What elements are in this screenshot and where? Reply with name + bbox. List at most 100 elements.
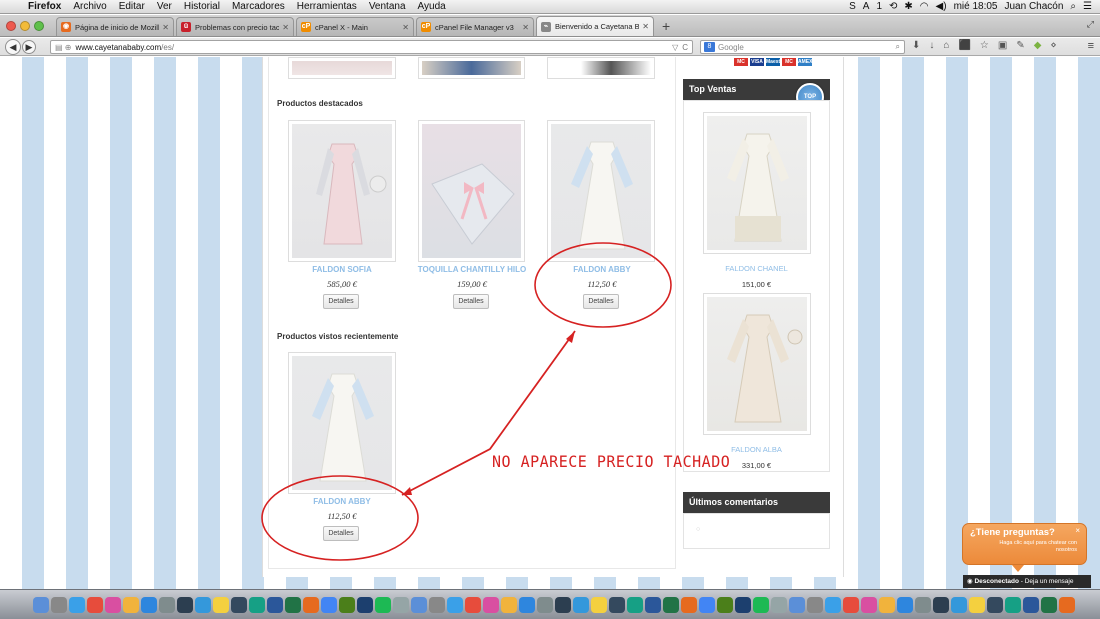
chrome-dock-icon[interactable]	[699, 597, 715, 613]
browser-tab[interactable]: cP cPanel File Manager v3 ✕	[416, 17, 534, 36]
preview-dock-icon[interactable]	[249, 597, 265, 613]
menu-editar[interactable]: Editar	[113, 1, 151, 12]
bookmarks-menu-icon[interactable]: ▣	[998, 40, 1007, 51]
notification-center-icon[interactable]: ☰	[1083, 1, 1092, 12]
photos-dock-icon[interactable]	[501, 597, 517, 613]
finder-dock-icon[interactable]	[789, 597, 805, 613]
chat-close-icon[interactable]: ×	[1075, 526, 1080, 535]
notes-dock-icon[interactable]	[969, 597, 985, 613]
chat-title[interactable]: ¿Tiene preguntas?	[970, 527, 1055, 538]
photos-dock-icon[interactable]	[123, 597, 139, 613]
details-button-toquilla[interactable]: Detalles	[453, 294, 489, 309]
system-preferences-dock-icon[interactable]	[159, 597, 175, 613]
back-button[interactable]: ◀	[5, 38, 21, 55]
search-input[interactable]: Google	[718, 43, 896, 52]
browser-tab[interactable]: ◉ Página de inicio de Mozill... ✕	[56, 17, 174, 36]
system-preferences-dock-icon[interactable]	[915, 597, 931, 613]
terminal-dock-icon[interactable]	[987, 597, 1003, 613]
terminal-dock-icon[interactable]	[609, 597, 625, 613]
product-image-abby[interactable]	[547, 120, 655, 262]
launchpad-dock-icon[interactable]	[807, 597, 823, 613]
launchpad-dock-icon[interactable]	[429, 597, 445, 613]
tab-close-icon[interactable]: ✕	[402, 23, 409, 32]
fullscreen-icon[interactable]: ⤢	[1087, 19, 1094, 30]
system-preferences-dock-icon[interactable]	[537, 597, 553, 613]
tab-close-icon[interactable]: ✕	[642, 22, 649, 31]
chat-leave-message-link[interactable]: Deja un mensaje	[1025, 578, 1074, 585]
menu-ventana[interactable]: Ventana	[363, 1, 412, 12]
home-icon[interactable]: ⌂	[943, 40, 949, 51]
mail-dock-icon[interactable]	[573, 597, 589, 613]
search-icon[interactable]: ⌕	[896, 42, 900, 52]
menu-herramientas[interactable]: Herramientas	[291, 1, 363, 12]
notes-dock-icon[interactable]	[213, 597, 229, 613]
product-image-alba[interactable]	[703, 293, 811, 435]
product-image-sofia[interactable]	[288, 120, 396, 262]
bookmark-star-icon[interactable]: ☆	[980, 40, 989, 51]
product-image-toquilla[interactable]	[418, 120, 525, 262]
product-image-cropped[interactable]	[418, 57, 525, 79]
app-store-dock-icon[interactable]	[141, 597, 157, 613]
wifi-icon[interactable]: ◠	[920, 1, 929, 12]
spotify-dock-icon[interactable]	[753, 597, 769, 613]
finder-dock-icon[interactable]	[411, 597, 427, 613]
pocket-icon[interactable]: ⬇	[912, 40, 920, 51]
product-name-abby-recent[interactable]: FALDON ABBY	[277, 497, 407, 506]
preview-dock-icon[interactable]	[1005, 597, 1021, 613]
android-icon[interactable]: ◆	[1034, 40, 1042, 51]
dreamweaver-dock-icon[interactable]	[717, 597, 733, 613]
product-name-sofia[interactable]: FALDON SOFIA	[277, 265, 407, 274]
forward-button[interactable]: ▶	[22, 39, 36, 54]
excel-dock-icon[interactable]	[663, 597, 679, 613]
itunes-dock-icon[interactable]	[861, 597, 877, 613]
terminal-dock-icon[interactable]	[231, 597, 247, 613]
safari-dock-icon[interactable]	[825, 597, 841, 613]
chat-subtitle[interactable]: Haga clic aquí para chatear con nosotros	[987, 540, 1077, 554]
mail-dock-icon[interactable]	[195, 597, 211, 613]
menu-ayuda[interactable]: Ayuda	[412, 1, 452, 12]
notes-dock-icon[interactable]	[591, 597, 607, 613]
chat-status-bar[interactable]: ◉ Desconectado - Deja un mensaje	[963, 575, 1091, 588]
app-store-dock-icon[interactable]	[519, 597, 535, 613]
menu-ver[interactable]: Ver	[151, 1, 178, 12]
word-dock-icon[interactable]	[645, 597, 661, 613]
tab-close-icon[interactable]: ✕	[282, 23, 289, 32]
calendar-dock-icon[interactable]	[87, 597, 103, 613]
google-engine-icon[interactable]: 8	[704, 42, 715, 52]
details-button-abby-recent[interactable]: Detalles	[323, 526, 359, 541]
browser-tab[interactable]: ü Problemas con precio tach...✕	[176, 17, 294, 36]
spotify-dock-icon[interactable]	[375, 597, 391, 613]
details-button-sofia[interactable]: Detalles	[323, 294, 359, 309]
itunes-dock-icon[interactable]	[483, 597, 499, 613]
reload-icon[interactable]: C	[682, 43, 688, 52]
menu-icon[interactable]: ≡	[1088, 40, 1094, 52]
photoshop-dock-icon[interactable]	[735, 597, 751, 613]
firefox-dock-icon[interactable]	[303, 597, 319, 613]
tab-close-icon[interactable]: ✕	[522, 23, 529, 32]
time-machine-icon[interactable]: ⟲	[889, 1, 897, 12]
product-image-chanel[interactable]	[703, 112, 811, 254]
dropdown-icon[interactable]: ▽	[672, 43, 678, 52]
details-button-abby[interactable]: Detalles	[583, 294, 619, 309]
menu-archivo[interactable]: Archivo	[67, 1, 112, 12]
activity-monitor-dock-icon[interactable]	[177, 597, 193, 613]
calendar-dock-icon[interactable]	[843, 597, 859, 613]
itunes-dock-icon[interactable]	[105, 597, 121, 613]
preview-dock-icon[interactable]	[627, 597, 643, 613]
identity-icon[interactable]: ▤ ⊕	[55, 43, 71, 52]
product-name-toquilla[interactable]: TOQUILLA CHANTILLY HILO	[407, 265, 537, 274]
word-dock-icon[interactable]	[1023, 597, 1039, 613]
spotlight-icon[interactable]: ⌕	[1070, 1, 1076, 12]
trash-dock-icon[interactable]	[771, 597, 787, 613]
skype-status-icon[interactable]: S	[849, 1, 856, 12]
dreamweaver-dock-icon[interactable]	[339, 597, 355, 613]
product-image-cropped[interactable]	[288, 57, 396, 79]
download-icon[interactable]: ↓	[929, 40, 934, 51]
close-window-button[interactable]	[6, 21, 16, 31]
photos-dock-icon[interactable]	[879, 597, 895, 613]
product-image-cropped[interactable]	[547, 57, 655, 79]
photoshop-dock-icon[interactable]	[357, 597, 373, 613]
word-dock-icon[interactable]	[267, 597, 283, 613]
product-image-abby-recent[interactable]	[288, 352, 396, 494]
chrome-dock-icon[interactable]	[321, 597, 337, 613]
